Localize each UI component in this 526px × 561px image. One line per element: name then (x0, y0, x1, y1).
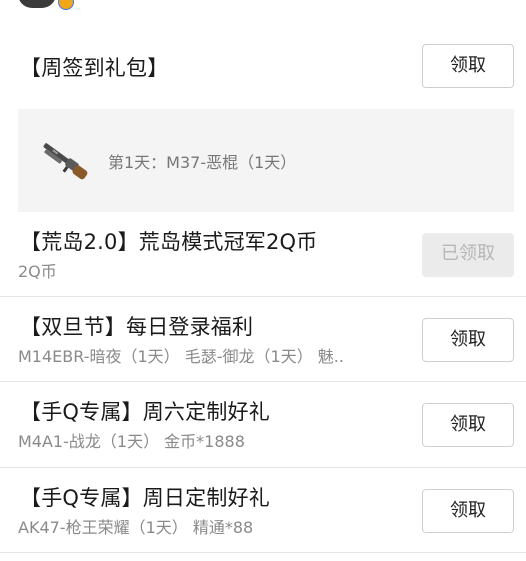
divider (0, 467, 526, 468)
gift-subtitle: M4A1-战龙（1天） 金币*1888 (18, 432, 245, 451)
claim-button[interactable]: 领取 (422, 318, 514, 362)
weekly-reward-panel: 第1天：M37-恶棍（1天） (18, 109, 514, 212)
gift-title: 【荒岛2.0】荒岛模式冠军2Q币 (20, 230, 318, 254)
weekly-gift-row: 【周签到礼包】 领取 (18, 44, 514, 90)
gift-row: 【手Q专属】周日定制好礼 AK47-枪王荣耀（1天） 精通*88 领取 (18, 478, 514, 544)
weekly-claim-button[interactable]: 领取 (422, 44, 514, 88)
gift-title: 【双旦节】每日登录福利 (20, 315, 254, 339)
gift-row: 【双旦节】每日登录福利 M14EBR-暗夜（1天） 毛瑟-御龙（1天） 魅.. … (18, 307, 514, 373)
weekly-gift-title: 【周签到礼包】 (20, 56, 169, 80)
gift-title: 【手Q专属】周日定制好礼 (20, 486, 270, 510)
claimed-button: 已领取 (422, 233, 514, 277)
vip-badge-icon (58, 0, 74, 10)
gift-subtitle: AK47-枪王荣耀（1天） 精通*88 (18, 518, 254, 537)
claim-button[interactable]: 领取 (422, 403, 514, 447)
gift-subtitle: 2Q币 (18, 262, 57, 281)
avatar (18, 0, 56, 8)
divider (0, 296, 526, 297)
divider (0, 552, 526, 553)
gift-row: 【手Q专属】周六定制好礼 M4A1-战龙（1天） 金币*1888 领取 (18, 392, 514, 458)
gift-subtitle: M14EBR-暗夜（1天） 毛瑟-御龙（1天） 魅.. (18, 347, 344, 366)
shotgun-icon (43, 143, 88, 180)
gift-row: 【荒岛2.0】荒岛模式冠军2Q币 2Q币 已领取 (18, 222, 514, 288)
weekly-reward-text: 第1天：M37-恶棍（1天） (108, 153, 297, 172)
divider (0, 381, 526, 382)
gift-title: 【手Q专属】周六定制好礼 (20, 400, 270, 424)
claim-button[interactable]: 领取 (422, 489, 514, 533)
